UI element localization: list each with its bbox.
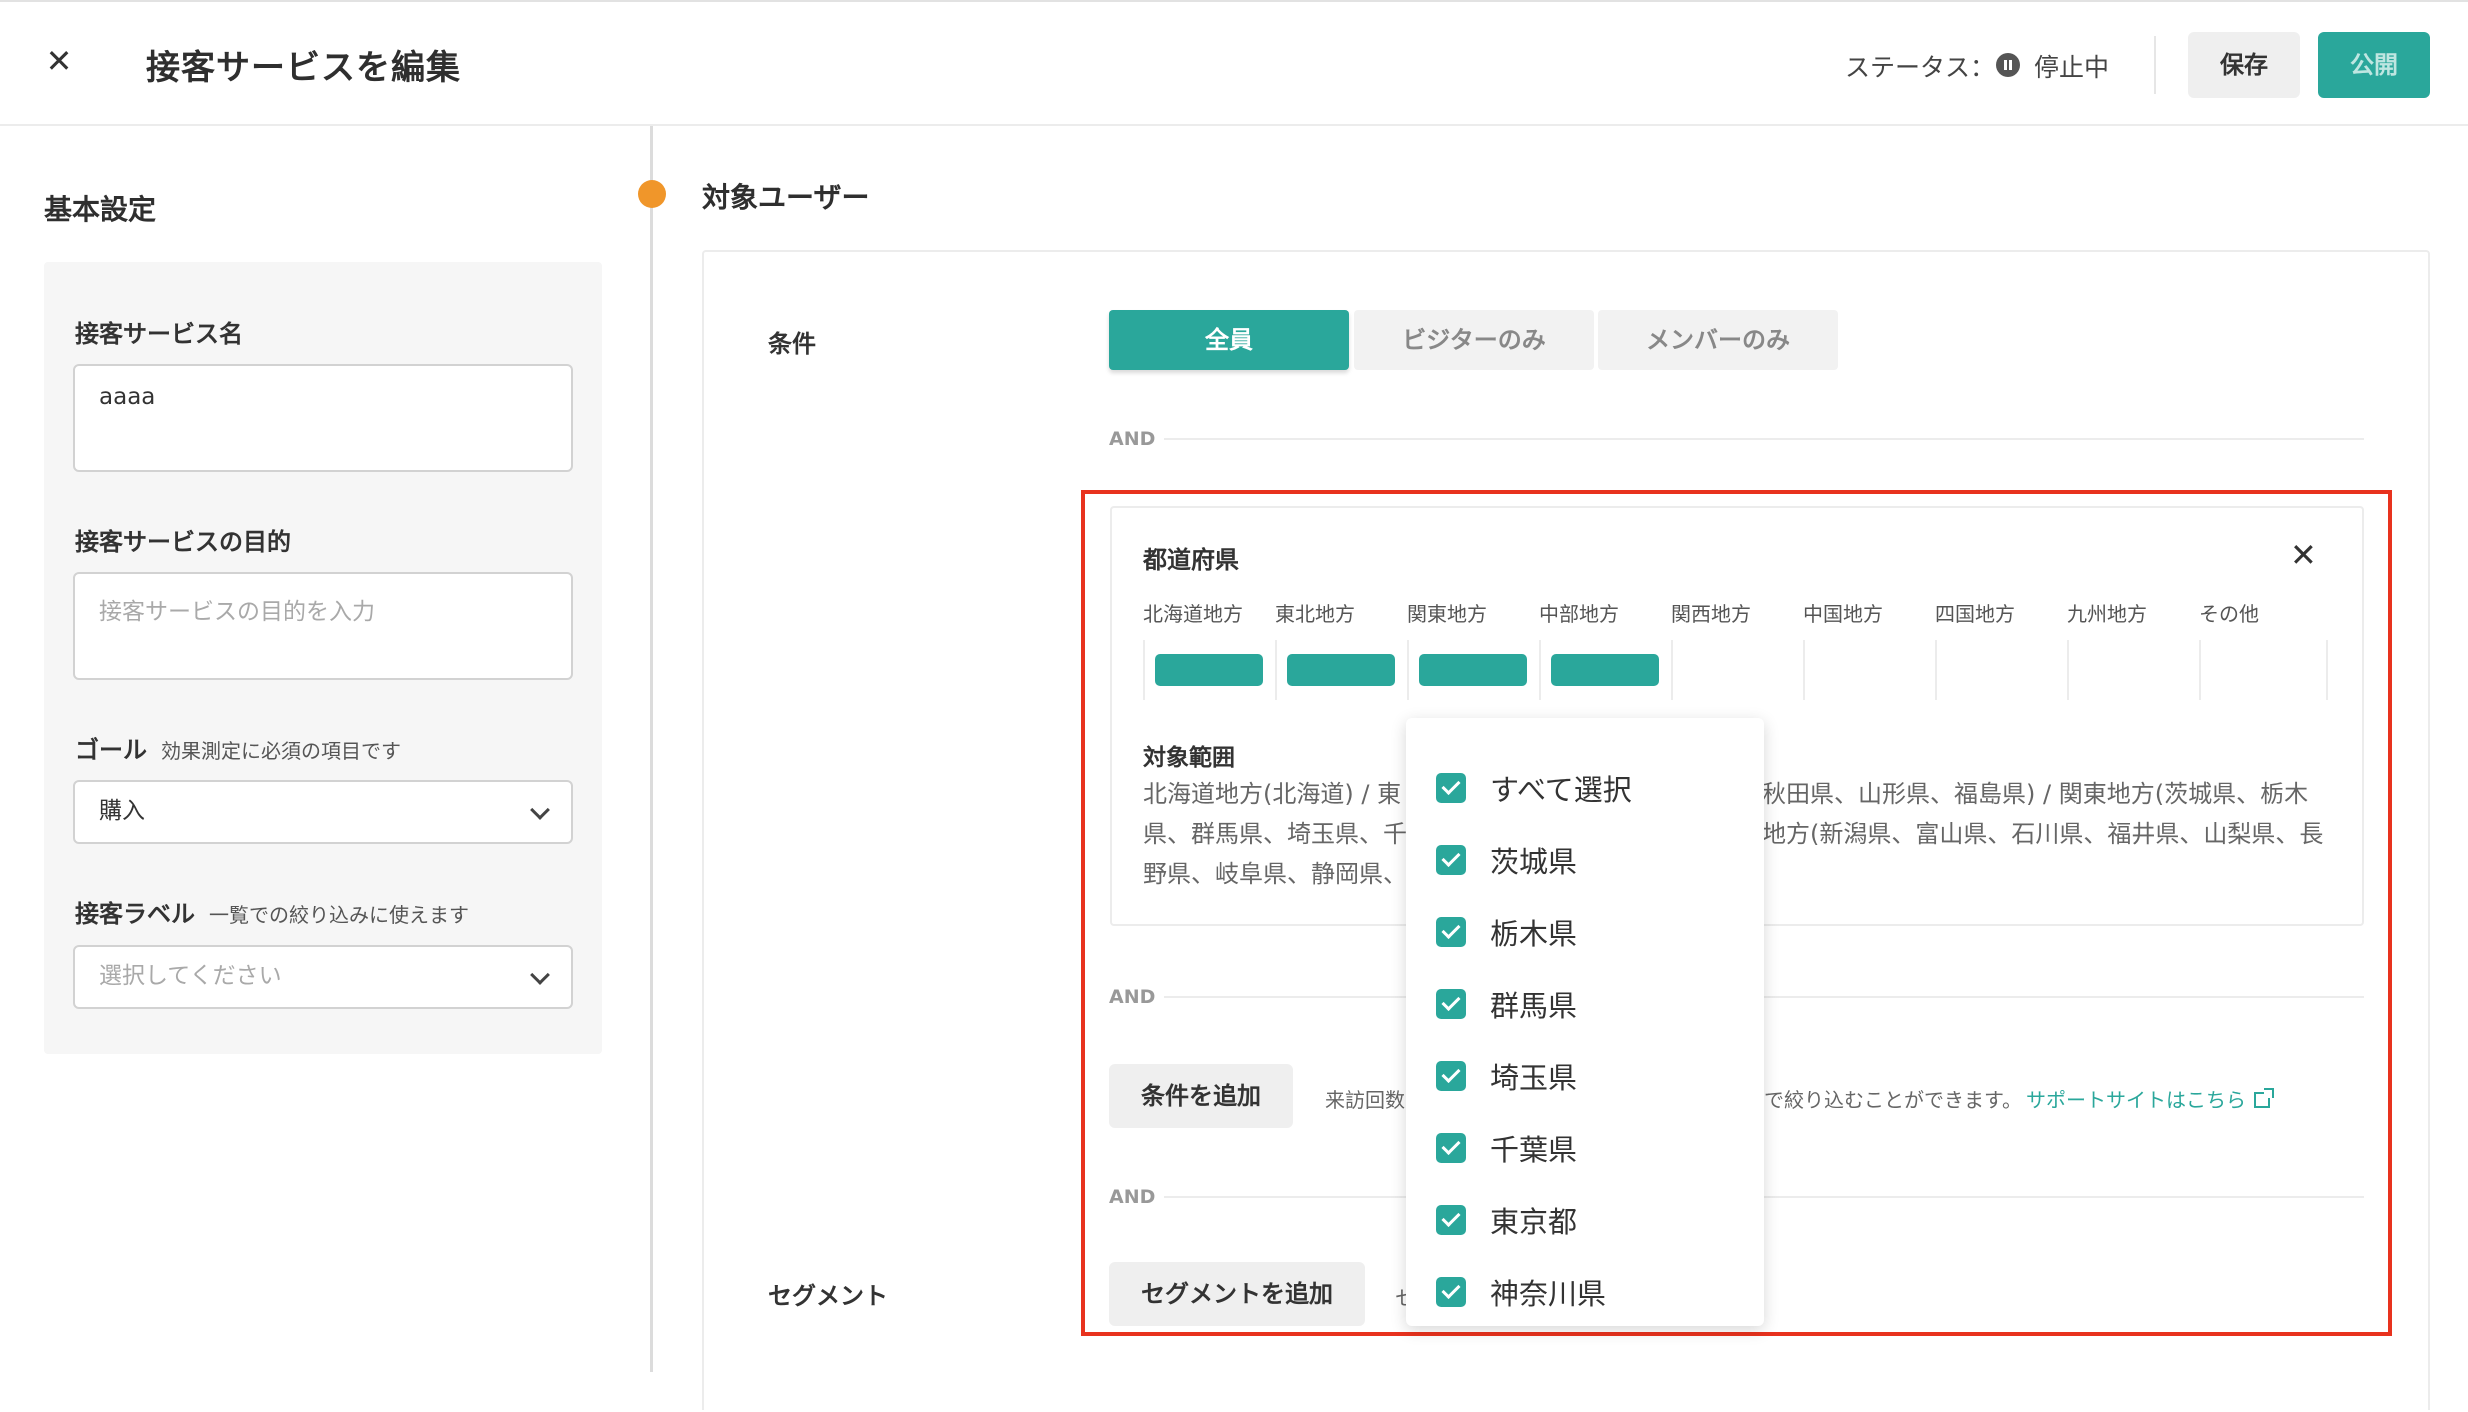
prefecture-option[interactable]: 群馬県 [1436, 984, 1577, 1024]
prefecture-option[interactable]: 埼玉県 [1436, 1056, 1577, 1096]
option-label: 埼玉県 [1490, 1061, 1578, 1095]
chevron-down-icon [530, 965, 550, 985]
option-label: 茨城県 [1490, 845, 1578, 879]
prefecture-option[interactable]: 栃木県 [1436, 912, 1577, 952]
status-value: 停止中 [2034, 53, 2110, 82]
chevron-down-icon [530, 800, 550, 820]
tag-label-text: 接客ラベル [75, 900, 195, 928]
segment-label: セグメント [768, 1282, 888, 1310]
goal-select[interactable]: 購入 [73, 780, 573, 844]
pause-circle-icon [1996, 53, 2020, 77]
service-name-value: aaaa [99, 384, 156, 410]
service-name-label: 接客サービス名 [75, 320, 243, 348]
option-label: すべて選択 [1490, 773, 1632, 807]
checkbox-checked[interactable] [1436, 1061, 1466, 1091]
close-icon[interactable]: ✕ [44, 45, 74, 77]
option-label: 神奈川県 [1490, 1277, 1607, 1311]
tag-select-placeholder: 選択してください [99, 963, 282, 989]
target-user-title: 対象ユーザー [702, 181, 870, 214]
save-button[interactable]: 保存 [2188, 32, 2300, 98]
checkbox-checked[interactable] [1436, 845, 1466, 875]
header-divider [2154, 36, 2156, 94]
and-label: AND [1109, 428, 1156, 450]
option-visitor-button[interactable]: ビジターのみ [1354, 310, 1594, 370]
goal-label: ゴール 効果測定に必須の項目です [75, 730, 401, 765]
service-purpose-label: 接客サービスの目的 [75, 528, 291, 556]
checkbox-checked[interactable] [1436, 1205, 1466, 1235]
goal-hint: 効果測定に必須の項目です [161, 739, 401, 763]
timeline-dot [638, 180, 666, 208]
and-divider [1164, 438, 2364, 440]
checkbox-checked[interactable] [1436, 1277, 1466, 1307]
goal-label-text: ゴール [75, 736, 147, 764]
service-name-input[interactable]: aaaa [73, 364, 573, 472]
prefecture-option[interactable]: 神奈川県 [1436, 1272, 1606, 1312]
option-label: 東京都 [1490, 1205, 1578, 1239]
tag-label: 接客ラベル 一覧での絞り込みに使えます [75, 894, 469, 929]
goal-select-value: 購入 [99, 798, 145, 824]
prefecture-option[interactable]: 東京都 [1436, 1200, 1577, 1240]
tag-select[interactable]: 選択してください [73, 945, 573, 1009]
option-all-button[interactable]: 全員 [1109, 310, 1349, 370]
basic-settings-title: 基本設定 [44, 193, 157, 226]
checkbox-checked[interactable] [1436, 1133, 1466, 1163]
prefecture-dropdown: すべて選択 茨城県 栃木県 群馬県 埼玉県 千葉県 東京都 神奈川県 [1406, 718, 1764, 1326]
header-bar: ✕ 接客サービスを編集 ステータス： 停止中 保存 公開 [0, 2, 2468, 126]
prefecture-option[interactable]: 茨城県 [1436, 840, 1577, 880]
option-member-button[interactable]: メンバーのみ [1598, 310, 1838, 370]
tag-hint: 一覧での絞り込みに使えます [209, 903, 469, 927]
page-title: 接客サービスを編集 [146, 48, 461, 88]
timeline-line [650, 126, 653, 1372]
prefecture-option[interactable]: 千葉県 [1436, 1128, 1577, 1168]
status-label: ステータス： [1845, 53, 1996, 82]
checkbox-checked[interactable] [1436, 989, 1466, 1019]
checkbox-checked[interactable] [1436, 917, 1466, 947]
checkbox-checked[interactable] [1436, 773, 1466, 803]
option-label: 栃木県 [1490, 917, 1578, 951]
publish-button[interactable]: 公開 [2318, 32, 2430, 98]
service-purpose-input[interactable]: 接客サービスの目的を入力 [73, 572, 573, 680]
service-purpose-placeholder: 接客サービスの目的を入力 [99, 599, 375, 625]
option-label: 千葉県 [1490, 1133, 1578, 1167]
condition-label: 条件 [768, 330, 816, 358]
select-all-option[interactable]: すべて選択 [1436, 768, 1632, 808]
option-label: 群馬県 [1490, 989, 1578, 1023]
